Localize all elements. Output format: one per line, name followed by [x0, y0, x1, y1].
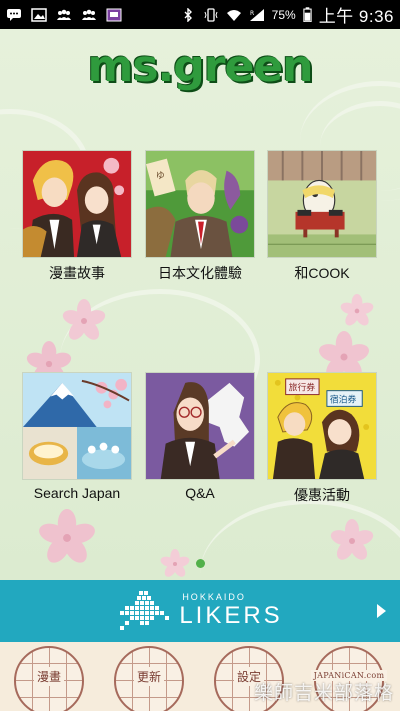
- cherry-blossom-icon: [39, 509, 95, 563]
- cherry-blossom-icon: [340, 294, 374, 326]
- signal-icon: R: [249, 8, 264, 21]
- menu-item-qa[interactable]: Q&A: [145, 372, 255, 501]
- tab-label: 漫畫: [33, 667, 64, 686]
- tab-update[interactable]: 更新: [114, 646, 184, 711]
- banner-text: HOKKAIDO LIKERS: [179, 592, 282, 630]
- play-arrow-icon[interactable]: [377, 604, 386, 618]
- rice-badge: ゆ: [156, 170, 165, 181]
- menu-item-promotions[interactable]: 旅行券 宿泊券 優惠活動: [267, 372, 377, 505]
- cherry-blossom-icon: [330, 519, 374, 560]
- tab-manga[interactable]: 漫畫: [14, 646, 84, 711]
- menu-item-label: 和COOK: [294, 265, 350, 281]
- bluetooth-icon: [184, 7, 192, 22]
- page-indicator-dot: [196, 559, 205, 568]
- menu-item-cook[interactable]: 和COOK: [267, 150, 377, 283]
- system-icons: R 75% 上午 9:36: [180, 2, 394, 27]
- status-bar: R 75% 上午 9:36: [0, 0, 400, 29]
- cook-thumbnail: [267, 150, 377, 258]
- menu-item-culture[interactable]: ゆ 日本文化體驗: [145, 150, 255, 283]
- banner-subtitle: HOKKAIDO: [182, 592, 246, 602]
- hotel-voucher-badge: 宿泊券: [330, 393, 357, 405]
- tv-icon: [106, 8, 122, 21]
- bottom-tab-bar: 漫畫 更新 設定 JAPANiCAN.com 樂師吉米部落格: [0, 642, 400, 711]
- culture-thumbnail: ゆ: [145, 150, 255, 258]
- promotions-thumbnail: 旅行券 宿泊券: [267, 372, 377, 480]
- group-icon: [82, 9, 96, 20]
- notification-icons: [6, 7, 122, 22]
- cherry-blossom-icon: [160, 549, 190, 577]
- hokkaido-likers-banner[interactable]: HOKKAIDO LIKERS: [0, 580, 400, 642]
- tab-label: 更新: [133, 667, 164, 686]
- qa-thumbnail: [145, 372, 255, 480]
- battery-icon: [303, 7, 312, 22]
- menu-item-manga[interactable]: 漫畫故事: [22, 150, 132, 283]
- svg-text:R: R: [250, 10, 254, 17]
- menu-item-label: Q&A: [185, 485, 215, 501]
- banner-title: LIKERS: [179, 602, 283, 629]
- menu-item-label: Search Japan: [33, 485, 121, 501]
- menu-item-label: 漫畫故事: [49, 265, 105, 281]
- vibrate-icon: [204, 7, 218, 22]
- manga-thumbnail: [22, 150, 132, 258]
- blog-watermark: 樂師吉米部落格: [253, 683, 394, 704]
- group-icon: [57, 9, 71, 20]
- image-icon: [31, 7, 47, 22]
- app-logo: ms.green: [87, 40, 314, 92]
- travel-voucher-badge: 旅行券: [289, 382, 316, 394]
- wifi-icon: [226, 9, 241, 21]
- chat-icon: [7, 8, 21, 21]
- banner-content: HOKKAIDO LIKERS: [117, 589, 282, 633]
- clock: 上午 9:36: [318, 7, 394, 26]
- menu-item-search-japan[interactable]: Search Japan: [22, 372, 132, 501]
- battery-percent: 75%: [271, 7, 296, 22]
- cherry-blossom-icon: [62, 299, 106, 340]
- menu-item-label: 優惠活動: [294, 487, 350, 503]
- search-japan-thumbnail: [22, 372, 132, 480]
- home-screen: ms.green 漫畫故事 ゆ 日本文化體驗 和COOK Search Japa…: [0, 29, 400, 580]
- menu-item-label: 日本文化體驗: [158, 265, 242, 281]
- hokkaido-logo-icon: [120, 591, 170, 630]
